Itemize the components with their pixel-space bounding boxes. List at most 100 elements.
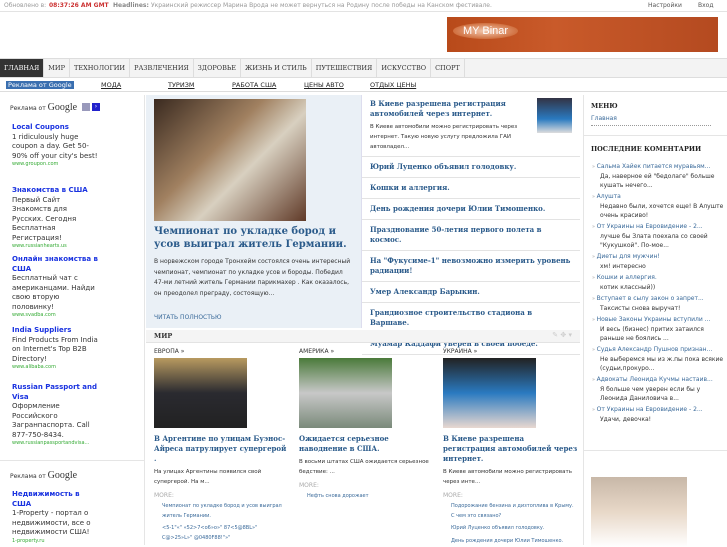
settings-link[interactable]: Настройки xyxy=(648,2,682,9)
ad-url[interactable]: www.russianhearts.us xyxy=(12,243,100,250)
ad-title[interactable]: India Suppliers xyxy=(12,326,100,336)
ad-item: Russian Passport and Visa Оформление Росс… xyxy=(12,383,100,447)
ad-item: Local Coupons 1 ridiculously huge coupon … xyxy=(12,123,100,168)
prev-arrow-icon[interactable] xyxy=(82,103,90,111)
login-link[interactable]: Вход xyxy=(698,2,714,9)
ad-text: Бесплатный чат с американцами. Найди сво… xyxy=(12,274,95,311)
next-arrow-icon[interactable]: › xyxy=(92,103,100,111)
main-nav: ГЛАВНАЯ МИР ТЕХНОЛОГИИ РАЗВЛЕЧЕНИЯ ЗДОРОВЬЕ Ж… xyxy=(0,58,727,78)
ad-title[interactable]: Local Coupons xyxy=(12,123,100,133)
comment-text: Я больше чем уверен если бы у Леонида Да… xyxy=(600,386,701,402)
nav-item[interactable]: ПУТЕШЕСТВИЯ xyxy=(312,59,378,77)
comment-item: Кошки и аллергия. котик классный)) xyxy=(597,273,724,292)
nav-item[interactable]: СПОРТ xyxy=(431,59,465,77)
ad-text: Первый Сайт Знакомств для Русских. Сегод… xyxy=(12,195,77,242)
news-list-item[interactable]: Празднование 50-летия первого полета в к… xyxy=(362,220,580,251)
subnav-item[interactable]: ЦЕНЫ АВТО xyxy=(304,81,344,89)
read-more-link[interactable]: ЧИТАТЬ ПОЛНОСТЬЮ xyxy=(154,314,222,321)
column-title[interactable]: Ожидается серьезное наводнение в США. xyxy=(299,434,434,454)
column-photo[interactable] xyxy=(299,358,392,428)
column-header[interactable]: АМЕРИКА » xyxy=(299,348,434,355)
subnav-item[interactable]: МОДА xyxy=(101,81,121,89)
nav-item[interactable]: ЖИЗНЬ И СТИЛЬ xyxy=(241,59,312,77)
more-label: MORE: xyxy=(299,482,319,489)
column-photo[interactable] xyxy=(443,358,536,428)
comment-text: Удачи, девочка! xyxy=(600,416,652,423)
comment-post-link[interactable]: От Украины на Евровидение - 2... xyxy=(597,223,703,230)
ad-url[interactable]: www.russianpassportandvisa... xyxy=(12,440,100,447)
banner-ad[interactable]: MY Binar xyxy=(447,17,718,52)
ad-title[interactable]: Russian Passport and Visa xyxy=(12,383,100,402)
comment-post-link[interactable]: Кошки и аллергия. xyxy=(597,274,657,281)
news-list-item[interactable]: Кошки и аллергия. xyxy=(362,178,580,199)
column-title[interactable]: В Аргентине по улицам Буэнос-Айреса патр… xyxy=(154,434,289,464)
widget-controls-icon[interactable]: ✎ ✥ ▾ xyxy=(552,331,572,339)
menu-title: МЕНЮ xyxy=(591,102,618,110)
nav-item[interactable]: ЗДОРОВЬЕ xyxy=(194,59,242,77)
comment-post-link[interactable]: Адвокаты Леонида Кучмы настаив... xyxy=(597,376,713,383)
subnav-item[interactable]: ТУРИЗМ xyxy=(168,81,195,89)
nav-item[interactable]: МИР xyxy=(44,59,70,77)
ad-item: Онлайн знакомства в США Бесплатный чат с … xyxy=(12,255,100,319)
comment-item: Вступает в сылу закон о запрет... Таксист… xyxy=(597,294,724,313)
google-ads-badge[interactable]: Реклама от Google xyxy=(6,81,74,89)
sub-nav: Реклама от Google МОДА ТУРИЗМ РАБОТА США ЦЕ… xyxy=(0,79,727,92)
more-link[interactable]: Подорожание бензина и дизтоплива в Крыму… xyxy=(443,502,578,521)
more-link[interactable]: Чемпионат по укладке бород и усов выигра… xyxy=(154,502,289,521)
comment-post-link[interactable]: Судья Александр Пушнов признан... xyxy=(597,346,713,353)
comment-post-link[interactable]: Новые Законы Украины вступили ... xyxy=(597,316,711,323)
more-link[interactable]: Юрий Луценко объявил голодовку. xyxy=(443,524,578,534)
column-header[interactable]: ЕВРОПА » xyxy=(154,348,289,355)
ads-column: Реклама от Google › Реклама от Google Lo… xyxy=(0,95,145,545)
news-list: В Киеве разрешена регистрация автомобиле… xyxy=(362,95,580,355)
comment-post-link[interactable]: Алушта xyxy=(597,193,621,200)
ads-header: Реклама от Google xyxy=(10,102,78,113)
comment-text: И весь (бизнес) притих затаился раньше н… xyxy=(600,326,704,342)
nav-item[interactable]: РАЗВЛЕЧЕНИЯ xyxy=(130,59,194,77)
menu-item-home[interactable]: Главная xyxy=(591,115,711,126)
ad-title[interactable]: Недвижимость в США xyxy=(12,490,100,509)
news-list-item[interactable]: Умер Александр Барыкин. xyxy=(362,282,580,303)
more-link[interactable]: Нефть снова дорожает xyxy=(299,492,434,502)
nav-item[interactable]: ТЕХНОЛОГИИ xyxy=(70,59,131,77)
news-list-item[interactable]: На "Фукусиме-1" невозможно измерить уров… xyxy=(362,251,580,282)
news-list-item[interactable]: Юрий Луценко объявил голодовку. xyxy=(362,157,580,178)
ad-url[interactable]: 1-property.ru xyxy=(12,538,100,545)
featured-photo[interactable] xyxy=(154,99,306,221)
ad-text: 1 ridiculously huge coupon a day. Get 50… xyxy=(12,132,98,160)
ad-title[interactable]: Онлайн знакомства в США xyxy=(12,255,100,274)
comment-text: Не выберемся мы из ж.пы пока всякие (суд… xyxy=(600,356,724,372)
comment-item: Новые Законы Украины вступили ... И весь … xyxy=(597,315,724,343)
featured-title[interactable]: Чемпионат по укладке бород и усов выигра… xyxy=(154,225,359,251)
sidebar-photo[interactable] xyxy=(591,477,687,547)
headline-link[interactable]: Украинский режиссер Марина Врода не може… xyxy=(151,2,492,9)
subnav-item[interactable]: ОТДЫХ ЦЕНЫ xyxy=(370,81,416,89)
comment-post-link[interactable]: Сальма Хайек питается муравьям... xyxy=(597,163,711,170)
comment-post-link[interactable]: Вступает в сылу закон о запрет... xyxy=(597,295,704,302)
column-text: В Киеве автомобили можно регистрировать … xyxy=(443,469,572,485)
news-thumb[interactable] xyxy=(537,98,572,133)
nav-item[interactable]: ГЛАВНАЯ xyxy=(0,59,45,77)
more-link[interactable]: <5-1"«" «52>7<o6»o»" 87<5@8BL»" C@>25»L»… xyxy=(154,524,289,543)
news-text: В Киеве автомобили можно регистрировать … xyxy=(370,124,518,150)
column-header[interactable]: УКРАИНА » xyxy=(443,348,578,355)
ad-url[interactable]: www.svadba.com xyxy=(12,312,100,319)
ad-url[interactable]: www.alibaba.com xyxy=(12,364,100,371)
ad-url[interactable]: www.groupon.com xyxy=(12,161,100,168)
featured-story: Чемпионат по укладке бород и усов выигра… xyxy=(146,95,362,328)
comments-title: ПОСЛЕДНИЕ КОМЕНТАРИИ xyxy=(591,145,702,153)
comment-post-link[interactable]: Диеты для мужчин! xyxy=(597,253,660,260)
news-list-item[interactable]: День рождения дочери Юлии Тимошенко. xyxy=(362,199,580,220)
ad-title[interactable]: Знакомства в США xyxy=(12,186,100,196)
column-title[interactable]: В Киеве разрешена регистрация автомобиле… xyxy=(443,434,578,464)
ads-header-2: Реклама от Google xyxy=(10,470,78,481)
comments-list: Сальма Хайек питается муравьям... Да, нав… xyxy=(597,162,724,426)
subnav-item[interactable]: РАБОТА США xyxy=(232,81,276,89)
nav-item[interactable]: ИСКУССТВО xyxy=(377,59,432,77)
comment-post-link[interactable]: От Украины на Евровидение - 2... xyxy=(597,406,703,413)
ad-text: Find Products From India on Internet's T… xyxy=(12,335,98,363)
ad-item: Недвижимость в США 1-Property - портал о … xyxy=(12,490,100,545)
column-photo[interactable] xyxy=(154,358,247,428)
ad-text: 1-Property - портал о недвижимости, все … xyxy=(12,509,91,536)
news-title[interactable]: В Киеве разрешена регистрация автомобиле… xyxy=(370,99,530,119)
